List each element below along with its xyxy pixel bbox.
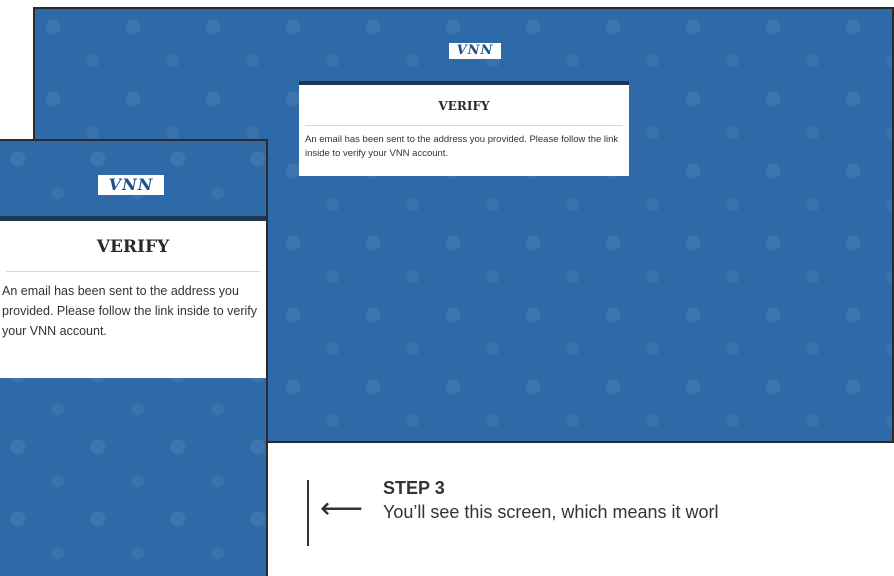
mobile-screenshot: VNN VERIFY An email has been sent to the…: [0, 139, 268, 576]
step-description: You’ll see this screen, which means it w…: [383, 502, 719, 522]
verify-title: VERIFY: [96, 237, 170, 257]
vnn-logo: VNN: [449, 43, 501, 59]
verify-card: VERIFY An email has been sent to the add…: [299, 81, 629, 176]
verify-message: An email has been sent to the address yo…: [2, 284, 257, 338]
verify-card: VERIFY An email has been sent to the add…: [0, 216, 266, 378]
card-divider: [6, 271, 260, 272]
left-arrow-icon: ⟵: [320, 492, 364, 525]
step-divider: [307, 480, 309, 546]
vnn-logo: VNN: [98, 175, 164, 195]
card-divider: [305, 125, 623, 126]
verify-message: An email has been sent to the address yo…: [305, 134, 619, 159]
verify-title: VERIFY: [438, 99, 490, 113]
step-title: STEP 3: [383, 478, 445, 498]
